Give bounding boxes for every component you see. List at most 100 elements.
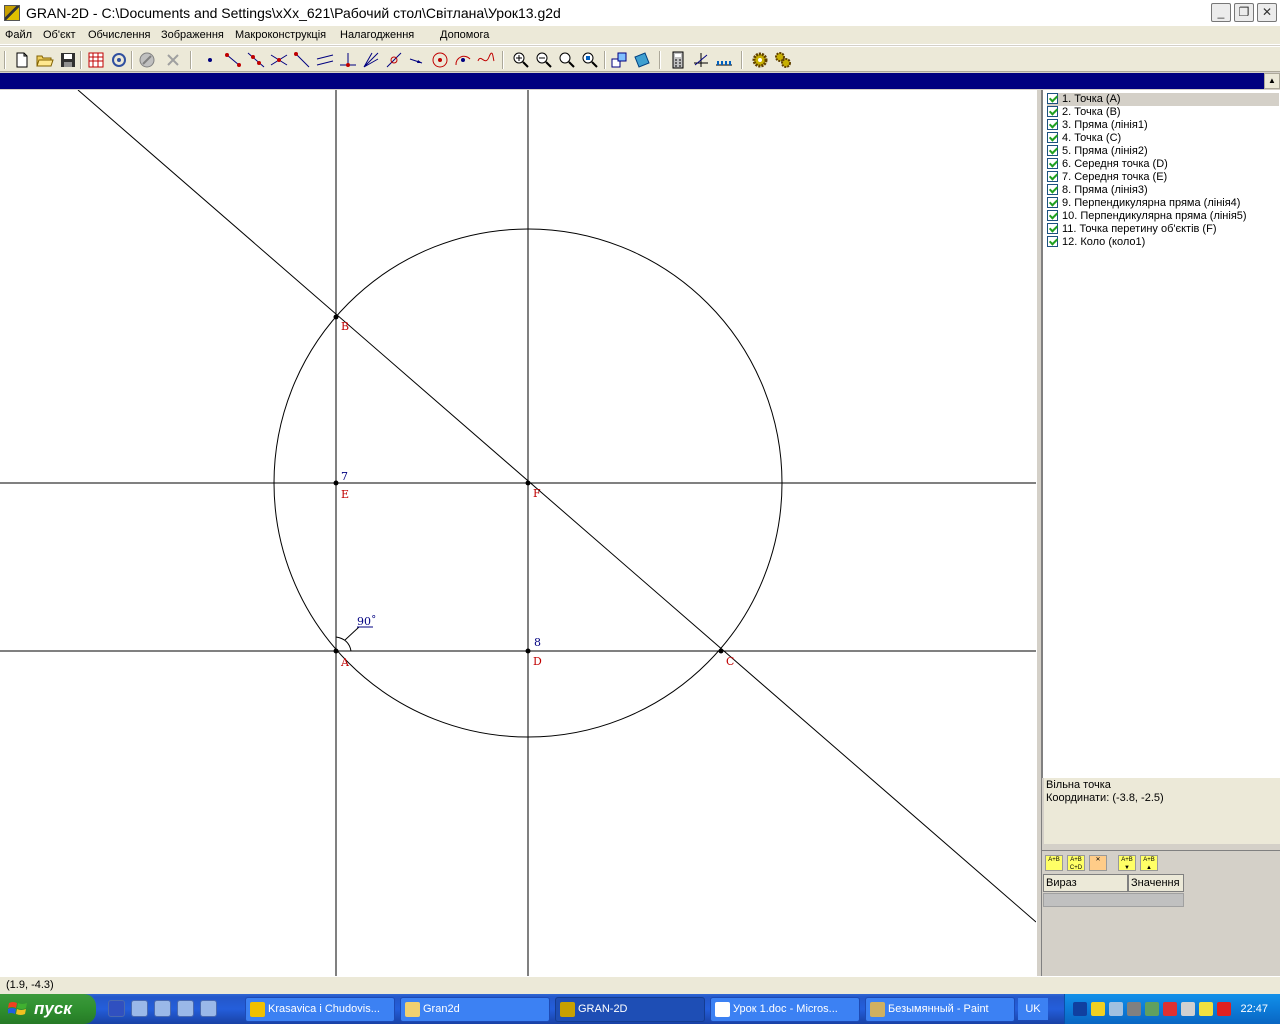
task-button-word[interactable]: Урок 1.doc - Micros... (710, 997, 860, 1022)
zoom-icon[interactable] (558, 51, 576, 69)
menu-object[interactable]: Об'єкт (43, 28, 76, 42)
point-f[interactable] (525, 480, 531, 486)
task-button-paint[interactable]: Безымянный - Paint (865, 997, 1015, 1022)
visibility-checkbox[interactable] (1047, 210, 1058, 221)
visibility-checkbox[interactable] (1047, 132, 1058, 143)
drawing-canvas[interactable]: A B C D E F 7 8 90˚ (0, 90, 1036, 976)
tray-volume-icon[interactable] (1181, 1002, 1195, 1016)
transform-icon[interactable] (610, 51, 628, 69)
stop-icon[interactable] (138, 51, 156, 69)
zoom-in-icon[interactable] (512, 51, 530, 69)
object-item-12[interactable]: 12. Коло (коло1) (1047, 236, 1279, 249)
delete-expression-icon[interactable]: ✕ (1089, 855, 1107, 871)
object-item-9[interactable]: 9. Перпендикулярна пряма (лінія4) (1047, 197, 1279, 210)
expression-table-row[interactable] (1043, 893, 1184, 907)
gran2d-app-icon[interactable] (4, 5, 20, 21)
quicklaunch-printer-icon[interactable] (131, 1000, 148, 1017)
column-header-expression[interactable]: Вираз (1043, 874, 1128, 892)
visibility-checkbox[interactable] (1047, 145, 1058, 156)
intersect-icon[interactable] (270, 51, 288, 69)
menu-file[interactable]: Файл (5, 28, 32, 42)
point-e[interactable] (333, 480, 339, 486)
move-expression-down-icon[interactable]: A+B ▼ (1118, 855, 1136, 871)
tray-warning-icon[interactable] (1091, 1002, 1105, 1016)
close-button[interactable]: ✕ (1257, 3, 1277, 22)
language-indicator[interactable]: UK (1018, 998, 1048, 1020)
object-item-8[interactable]: 8. Пряма (лінія3) (1047, 184, 1279, 197)
vector-icon[interactable] (408, 51, 426, 69)
column-header-value[interactable]: Значення (1128, 874, 1184, 892)
task-button-krasavica[interactable]: Krasavica i Chudovis... (245, 997, 395, 1022)
visibility-checkbox[interactable] (1047, 119, 1058, 130)
quicklaunch-disk-icon[interactable] (154, 1000, 171, 1017)
point-b[interactable] (333, 314, 339, 320)
new-file-icon[interactable] (13, 51, 31, 69)
axes-icon[interactable] (692, 51, 710, 69)
tray-opera-icon[interactable] (1163, 1002, 1177, 1016)
visibility-checkbox[interactable] (1047, 158, 1058, 169)
start-button[interactable]: пуск (0, 994, 96, 1024)
point-c[interactable] (718, 648, 724, 654)
visibility-checkbox[interactable] (1047, 197, 1058, 208)
minimize-button[interactable]: _ (1211, 3, 1231, 22)
visibility-checkbox[interactable] (1047, 171, 1058, 182)
tangent-icon[interactable] (385, 51, 403, 69)
object-item-10[interactable]: 10. Перпендикулярна пряма (лінія5) (1047, 210, 1279, 223)
tray-antivirus-icon[interactable] (1145, 1002, 1159, 1016)
save-icon[interactable] (59, 51, 77, 69)
point-icon[interactable] (201, 51, 219, 69)
object-item-3[interactable]: 3. Пряма (лінія1) (1047, 119, 1279, 132)
menu-view[interactable]: Зображення (161, 28, 224, 42)
zoom-fit-icon[interactable] (581, 51, 599, 69)
calculator-table-icon[interactable] (87, 51, 105, 69)
object-item-2[interactable]: 2. Точка (B) (1047, 106, 1279, 119)
tray-pen-icon[interactable] (1199, 1002, 1213, 1016)
visibility-checkbox[interactable] (1047, 106, 1058, 117)
gears-icon[interactable] (774, 51, 792, 69)
object-item-11[interactable]: 11. Точка перетину об'єктів (F) (1047, 223, 1279, 236)
segment-icon[interactable] (224, 51, 242, 69)
scissors-icon[interactable] (164, 51, 182, 69)
tray-shield-icon[interactable] (1127, 1002, 1141, 1016)
quicklaunch-network-icon[interactable] (200, 1000, 217, 1017)
point-d[interactable] (525, 648, 531, 654)
visibility-checkbox[interactable] (1047, 184, 1058, 195)
point-a[interactable] (333, 648, 339, 654)
object-item-1[interactable]: 1. Точка (A) (1047, 93, 1279, 106)
quicklaunch-users-icon[interactable] (177, 1000, 194, 1017)
zoom-out-icon[interactable] (535, 51, 553, 69)
arc-icon[interactable] (454, 51, 472, 69)
tray-app-icon[interactable] (1073, 1002, 1087, 1016)
tray-network-icon[interactable] (1109, 1002, 1123, 1016)
calculator-icon[interactable] (669, 51, 687, 69)
parallel-icon[interactable] (316, 51, 334, 69)
restore-button[interactable]: ❐ (1234, 3, 1254, 22)
menu-settings[interactable]: Налагодження (340, 28, 414, 42)
menu-macro[interactable]: Макроконструкція (235, 28, 326, 42)
ruler-icon[interactable] (715, 51, 733, 69)
visibility-checkbox[interactable] (1047, 93, 1058, 104)
bisector-icon[interactable] (362, 51, 380, 69)
expression-list-icon[interactable]: A+B C+D (1067, 855, 1085, 871)
object-item-5[interactable]: 5. Пряма (лінія2) (1047, 145, 1279, 158)
menu-help[interactable]: Допомога (440, 28, 489, 42)
line-bc[interactable] (77, 90, 1036, 923)
region-icon[interactable] (633, 51, 651, 69)
title-bar[interactable]: GRAN-2D - C:\Documents and Settings\xXx_… (0, 0, 1280, 26)
task-button-gran2d-folder[interactable]: Gran2d (400, 997, 550, 1022)
quicklaunch-save-icon[interactable] (108, 1000, 125, 1017)
circle-icon[interactable] (431, 51, 449, 69)
task-button-gran2d-app[interactable]: GRAN-2D (555, 997, 705, 1022)
object-item-6[interactable]: 6. Середня точка (D) (1047, 158, 1279, 171)
visibility-checkbox[interactable] (1047, 236, 1058, 247)
clock[interactable]: 22:47 (1240, 994, 1268, 1024)
tray-kaspersky-icon[interactable] (1217, 1002, 1231, 1016)
scroll-up-arrow-icon[interactable]: ▲ (1264, 73, 1280, 89)
open-folder-icon[interactable] (36, 51, 54, 69)
menu-calculation[interactable]: Обчислення (88, 28, 151, 42)
object-item-7[interactable]: 7. Середня точка (E) (1047, 171, 1279, 184)
macro-icon[interactable] (110, 51, 128, 69)
object-item-4[interactable]: 4. Точка (C) (1047, 132, 1279, 145)
add-expression-icon[interactable]: A+B (1045, 855, 1063, 871)
move-expression-up-icon[interactable]: A+B ▲ (1140, 855, 1158, 871)
